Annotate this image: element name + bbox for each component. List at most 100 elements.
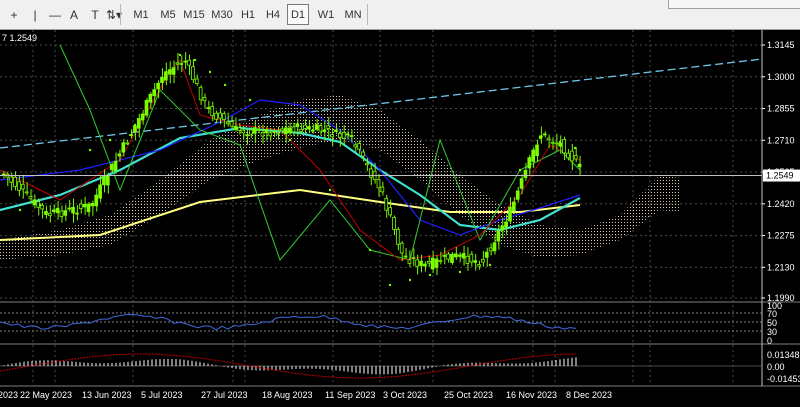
candle-body [353,144,358,148]
sar-dot [388,283,392,287]
candle-body [272,130,276,133]
candle-body [504,221,508,229]
time-axis-label: 3 Oct 2023 [383,390,427,400]
candle-body [17,181,21,191]
candle-body [318,125,323,132]
sar-dot [223,83,227,87]
vertical-line-icon[interactable]: | [26,4,44,25]
text-label-icon[interactable]: T [87,4,103,25]
candle-body [330,134,334,138]
timeframe-h1-button[interactable]: H1 [237,4,259,25]
candle-body [496,230,501,242]
timeframe-w1-button[interactable]: W1 [314,4,338,25]
candle-body [67,207,71,210]
sar-dot [328,188,332,192]
candle-body [63,210,68,216]
candle-body [187,59,191,66]
candle-body [550,141,555,144]
timeframe-m15-button[interactable]: M15 [181,4,207,25]
candle-body [129,134,133,136]
candle-body [423,263,427,267]
timeframe-mn-button[interactable]: MN [341,4,365,25]
sar-dot [108,138,112,142]
timeframe-m5-button[interactable]: M5 [157,4,179,25]
candle-body [442,254,447,257]
timeframe-m30-button[interactable]: M30 [209,4,235,25]
text-tool-icon[interactable]: A [66,4,82,25]
candle-body [407,259,412,264]
candle-body [51,209,56,212]
time-axis-label: 8 Dec 2023 [566,390,612,400]
candle-body [163,71,168,81]
candle-body [78,203,83,209]
candle-body [125,142,129,145]
sar-dot [38,203,42,207]
candle-body [106,176,110,186]
current-price-label: 1.2549 [766,171,794,181]
candle-body [133,125,137,133]
candle-body [453,253,458,258]
timeframe-m1-button[interactable]: M1 [130,4,152,25]
candle-body [392,217,396,230]
candle-body [303,124,307,129]
candle-body [75,212,79,215]
chart-header-label: 7 1.2549 [2,33,37,43]
candle-body [144,99,149,116]
candle-body [221,113,226,120]
crosshair-icon[interactable]: + [5,4,23,25]
candle-body [225,121,230,125]
time-axis-label: 13 Jun 2023 [82,390,132,400]
candle-body [492,242,497,252]
candle-body [310,129,315,132]
candle-body [206,107,211,109]
candle-body [457,254,462,257]
candle-body [256,128,261,131]
price-axis-label: 1.3000 [767,72,795,82]
timeframe-h4-button[interactable]: H4 [262,4,284,25]
candle-body [59,210,64,217]
candle-body [20,183,25,190]
chart-area[interactable]: 7 1.25491.31451.30001.28551.27101.25651.… [0,30,800,403]
macd-axis-label: -0.01453 [767,374,800,384]
candle-body [210,106,215,117]
candle-body [419,260,423,267]
price-axis-label: 1.2420 [767,199,795,209]
price-chart[interactable]: 7 1.25491.31451.30001.28551.27101.25651.… [0,30,800,403]
candle-body [337,133,342,138]
candle-body [194,78,199,85]
candle-body [345,133,350,136]
candle-body [121,142,126,153]
sar-dot [408,278,412,282]
candle-body [481,259,485,263]
candle-body [171,67,176,75]
candle-body [535,144,539,157]
candle-body [542,133,547,136]
candle-body [260,132,265,137]
candle-body [322,129,327,132]
sar-dot [558,140,562,144]
candle-body [13,176,17,187]
time-axis-label: 11 Sep 2023 [325,390,375,400]
candle-body [86,203,91,213]
sar-dot [518,168,522,172]
horizontal-line-icon[interactable]: — [46,4,64,25]
candle-body [28,196,33,200]
candle-body [415,259,420,267]
candle-body [55,207,60,214]
candle-body [307,126,311,130]
candle-body [380,186,385,193]
candle-body [357,143,362,150]
candle-body [508,206,512,222]
candle-body [411,257,416,260]
toolbar-separator [120,4,121,25]
sar-dot [538,136,542,140]
candle-body [349,135,354,137]
candle-body [183,60,188,63]
candle-body [90,202,95,207]
candle-body [450,253,454,263]
timeframe-d1-button[interactable]: D1 [287,4,309,25]
candle-body [202,96,207,101]
candle-body [388,207,392,216]
candle-body [152,89,157,97]
candle-body [214,112,218,120]
